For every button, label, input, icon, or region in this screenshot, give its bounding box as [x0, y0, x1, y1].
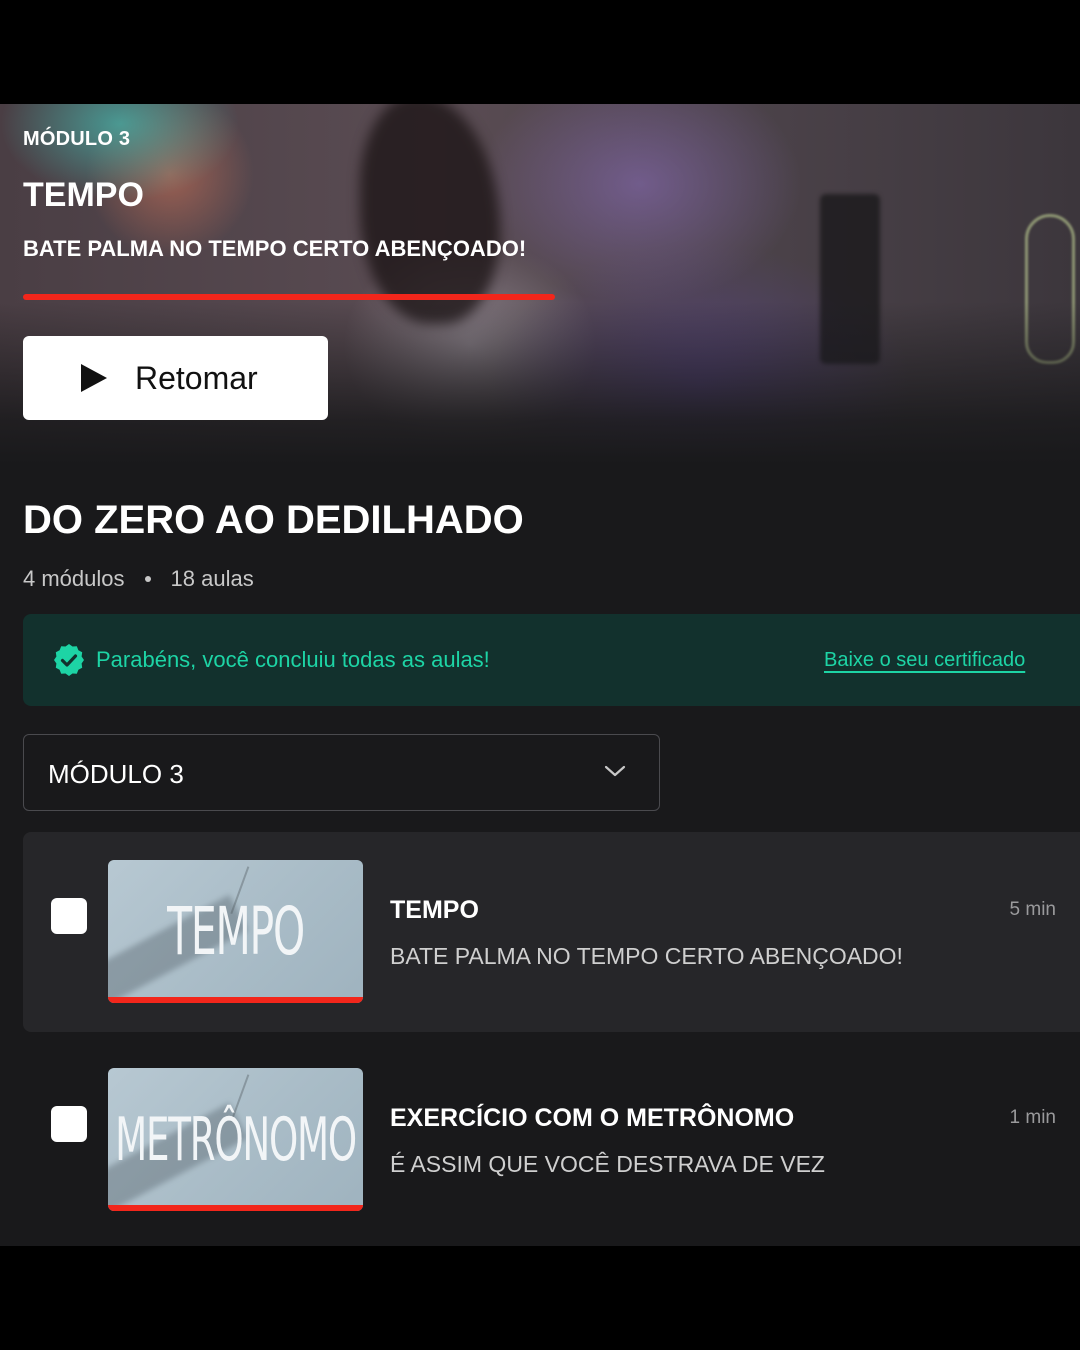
course-title: DO ZERO AO DEDILHADO [23, 498, 524, 542]
lesson-progress-bar [108, 1205, 363, 1211]
thumbnail-text: TEMPO [167, 893, 305, 970]
hero-banner: MÓDULO 3 TEMPO BATE PALMA NO TEMPO CERTO… [0, 104, 1080, 464]
lesson-subtitle: BATE PALMA NO TEMPO CERTO ABENÇOADO! [390, 943, 903, 969]
course-page: MÓDULO 3 TEMPO BATE PALMA NO TEMPO CERTO… [0, 104, 1080, 1246]
separator-dot [144, 576, 151, 582]
lesson-duration: 5 min [1009, 899, 1056, 920]
resume-button-label: Retomar [135, 360, 258, 396]
lesson-title: EXERCÍCIO COM O METRÔNOMO [390, 1104, 795, 1132]
module-select[interactable]: MÓDULO 3 [23, 734, 660, 811]
lesson-thumbnail[interactable]: METRÔNOMO [108, 1068, 363, 1211]
download-certificate-link[interactable]: Baixe o seu certificado [824, 649, 1025, 672]
module-select-value: MÓDULO 3 [48, 759, 184, 789]
hero-lesson-title: TEMPO [23, 176, 144, 214]
module-count: 4 módulos [23, 566, 125, 591]
thumbnail-text: METRÔNOMO [115, 1104, 357, 1175]
lesson-title: TEMPO [390, 896, 479, 924]
hero-lesson-subtitle: BATE PALMA NO TEMPO CERTO ABENÇOADO! [23, 236, 527, 261]
hero-progress-bar [23, 294, 555, 300]
resume-button[interactable]: Retomar [23, 336, 328, 420]
lesson-item[interactable]: TEMPO TEMPO BATE PALMA NO TEMPO CERTO AB… [23, 832, 1080, 1032]
course-meta: 4 módulos 18 aulas [23, 566, 254, 592]
lesson-item[interactable]: METRÔNOMO EXERCÍCIO COM O METRÔNOMO É AS… [23, 1040, 1080, 1240]
check-circle-icon [54, 644, 84, 676]
chevron-down-icon [604, 765, 626, 777]
hero-module-label: MÓDULO 3 [23, 128, 131, 150]
completion-message: Parabéns, você concluiu todas as aulas! [96, 647, 490, 672]
lesson-count: 18 aulas [170, 566, 254, 591]
lesson-subtitle: É ASSIM QUE VOCÊ DESTRAVA DE VEZ [390, 1151, 825, 1177]
lesson-thumbnail[interactable]: TEMPO [108, 860, 363, 1003]
lesson-checkbox[interactable] [51, 898, 87, 934]
lesson-duration: 1 min [1009, 1107, 1056, 1128]
lesson-checkbox[interactable] [51, 1106, 87, 1142]
play-icon [81, 364, 107, 392]
completion-banner: Parabéns, você concluiu todas as aulas! … [23, 614, 1080, 706]
lesson-progress-bar [108, 997, 363, 1003]
